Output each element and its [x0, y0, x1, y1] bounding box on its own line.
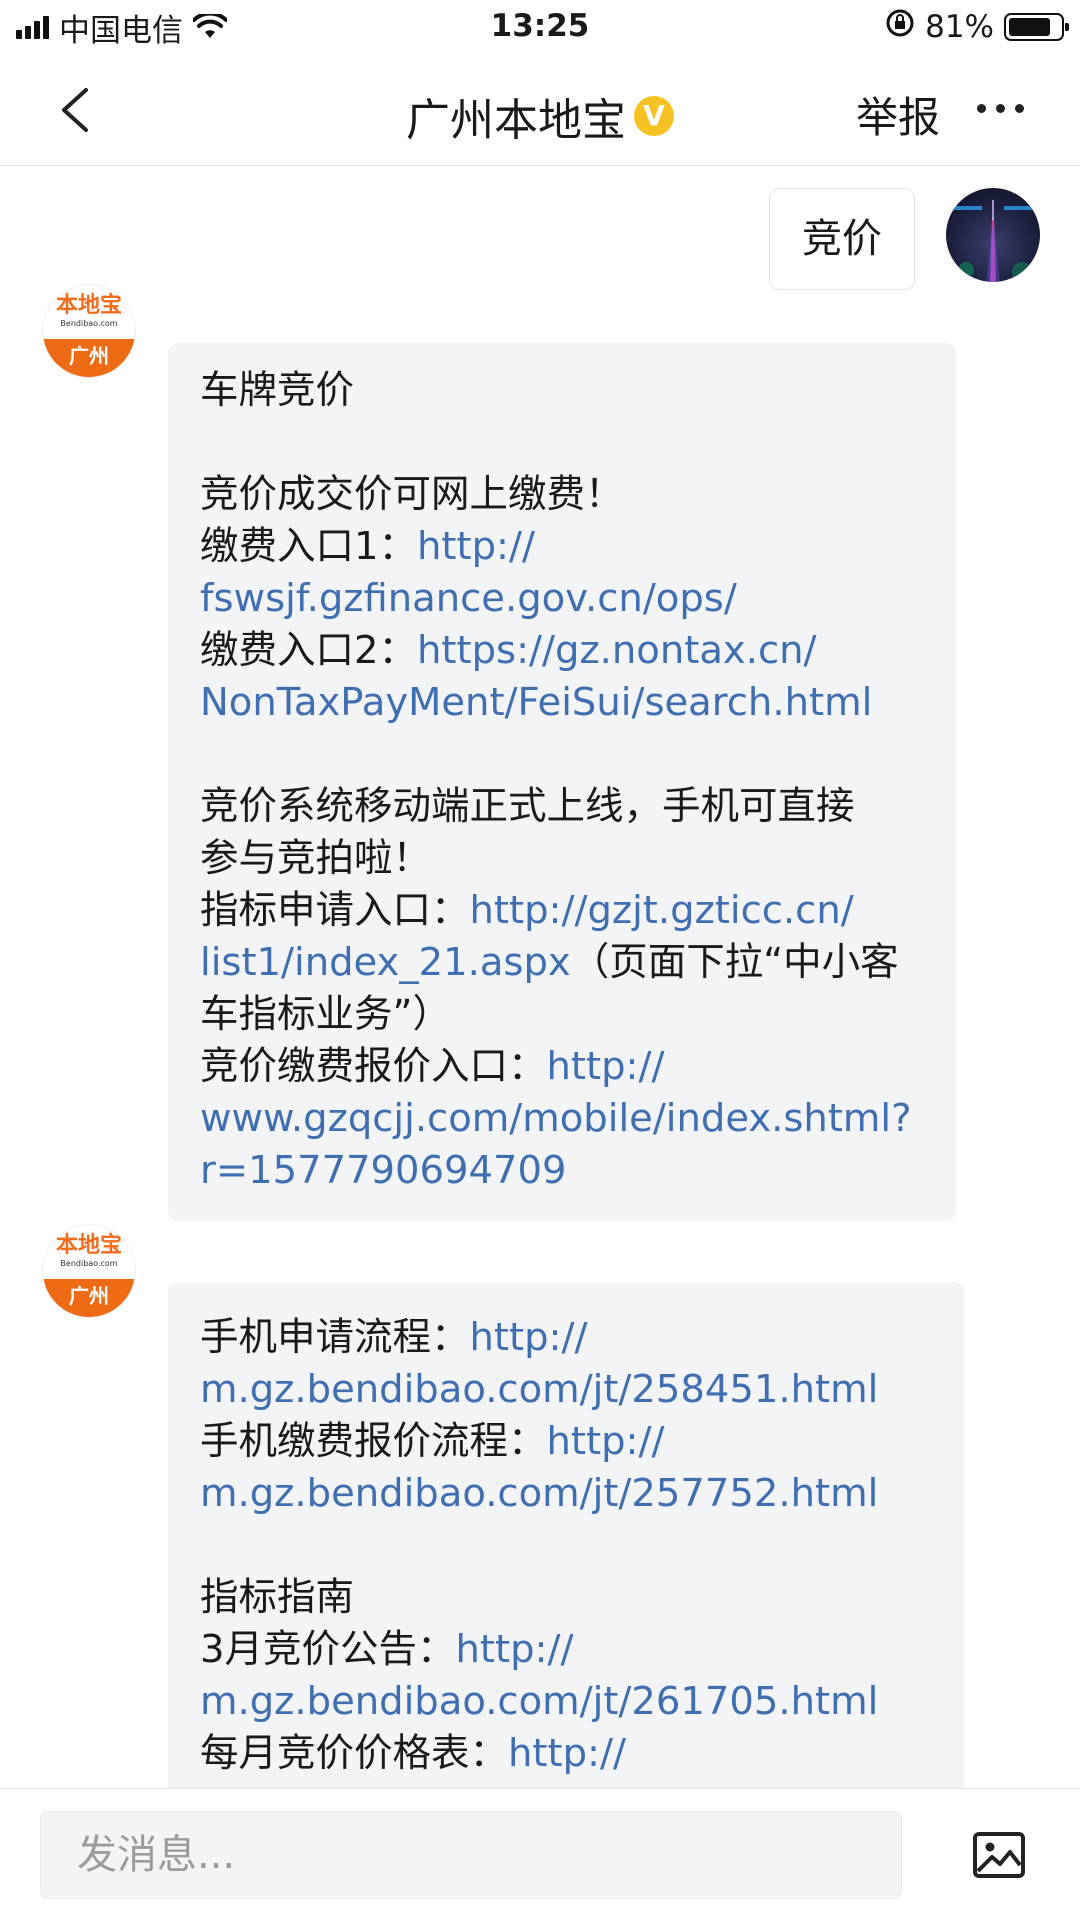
- bot-avatar[interactable]: 本地宝 Bendibao.com 广州: [42, 284, 136, 378]
- image-picker-button[interactable]: [972, 1831, 1026, 1879]
- bot-message-2[interactable]: 手机申请流程：http:// m.gz.bendibao.com/jt/2584…: [168, 1282, 964, 1788]
- payment-link-2[interactable]: https://gz.nontax.cn/: [417, 628, 817, 673]
- text-label: 手机缴费报价流程：: [200, 1419, 547, 1464]
- quota-apply-link[interactable]: http://gzjt.gzticc.cn/: [470, 888, 854, 933]
- text-line: 车牌竞价: [200, 368, 355, 413]
- text-label: 缴费入口2：: [200, 628, 417, 673]
- payment-link-1[interactable]: http://: [417, 524, 535, 569]
- chat-area[interactable]: 竞价 本地宝 Bendibao.com 广州 车牌竞价 竞价成交价可网上缴费！ …: [0, 166, 1080, 1788]
- user-avatar[interactable]: [946, 188, 1040, 282]
- march-notice-link-cont[interactable]: m.gz.bendibao.com/jt/261705.html: [200, 1676, 932, 1728]
- text-line: 参与竞拍啦！: [200, 836, 432, 881]
- avatar-brand-text: 本地宝: [55, 1233, 122, 1258]
- text-note: （页面下拉“中小客: [570, 940, 899, 985]
- apply-process-link[interactable]: http://: [470, 1315, 588, 1360]
- avatar-brand-text: 本地宝: [55, 293, 122, 318]
- canton-tower-image: [952, 200, 1032, 282]
- payment-link-1-cont[interactable]: fswsjf.gzfinance.gov.cn/ops/: [200, 573, 924, 625]
- text-line: 车指标业务”）: [200, 992, 451, 1037]
- bid-payment-link-cont[interactable]: www.gzqcjj.com/mobile/index.shtml?: [200, 1093, 924, 1145]
- text-label: 手机申请流程：: [200, 1315, 470, 1360]
- report-button[interactable]: 举报: [856, 84, 940, 145]
- avatar-city: 广州: [43, 1279, 135, 1317]
- battery-percent: 81%: [925, 9, 994, 45]
- pay-process-link[interactable]: http://: [547, 1419, 665, 1464]
- battery-icon: [1004, 13, 1069, 41]
- text-label: 指标申请入口：: [200, 888, 470, 933]
- text-label: 每月竞价价格表：: [200, 1731, 509, 1776]
- bid-payment-link[interactable]: http://: [547, 1044, 665, 1089]
- rotation-lock-icon: [885, 8, 915, 46]
- text-line: 竞价系统移动端正式上线，手机可直接: [200, 784, 855, 829]
- pay-process-link-cont[interactable]: m.gz.bendibao.com/jt/257752.html: [200, 1468, 932, 1520]
- payment-link-2-cont[interactable]: NonTaxPayMent/FeiSui/search.html: [200, 677, 924, 729]
- avatar-city: 广州: [43, 339, 135, 377]
- bot-message-1[interactable]: 车牌竞价 竞价成交价可网上缴费！ 缴费入口1：http:// fswsjf.gz…: [168, 343, 956, 1221]
- nav-bar: 广州本地宝 V 举报: [0, 54, 1080, 166]
- bot-avatar[interactable]: 本地宝 Bendibao.com 广州: [42, 1224, 136, 1318]
- quota-apply-link-cont[interactable]: list1/index_21.aspx: [200, 940, 571, 985]
- message-input[interactable]: 发消息...: [40, 1811, 902, 1899]
- sent-message[interactable]: 竞价: [769, 188, 915, 290]
- avatar-brand-sub: Bendibao.com: [60, 319, 118, 328]
- avatar-brand-sub: Bendibao.com: [60, 1259, 118, 1268]
- march-notice-link[interactable]: http://: [456, 1627, 574, 1672]
- image-icon: [973, 1832, 1025, 1878]
- more-options-icon[interactable]: [977, 104, 1024, 113]
- text-label: 缴费入口1：: [200, 524, 417, 569]
- text-label: 3月竞价公告：: [200, 1627, 456, 1672]
- page-title: 广州本地宝: [406, 95, 626, 146]
- status-right: 81%: [885, 8, 1069, 46]
- input-bar: 发消息...: [0, 1788, 1080, 1920]
- apply-process-link-cont[interactable]: m.gz.bendibao.com/jt/258451.html: [200, 1364, 932, 1416]
- text-label: 竞价缴费报价入口：: [200, 1044, 547, 1089]
- text-line: 指标指南: [200, 1575, 355, 1620]
- price-table-link[interactable]: http://: [508, 1731, 626, 1776]
- bid-payment-link-cont[interactable]: r=1577790694709: [200, 1145, 924, 1197]
- verified-badge-icon: V: [634, 96, 674, 136]
- text-line: 竞价成交价可网上缴费！: [200, 472, 624, 517]
- status-bar: 中国电信 13:25 81%: [0, 0, 1080, 54]
